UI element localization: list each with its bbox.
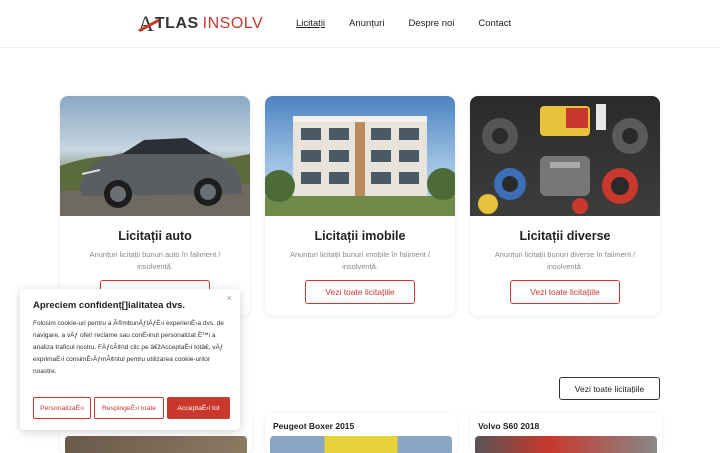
category-card-diverse[interactable]: Licitații diverse Anunțuri licitații bun…	[470, 96, 660, 316]
accept-all-button[interactable]: AcceptaÈ›i tot	[167, 397, 230, 419]
cookie-text: Folosim cookie-uri pentru a Ã®mbunÄƒtÄƒÈ…	[33, 320, 224, 375]
cookie-title: Apreciem confidenț[]ialitatea dvs.	[33, 300, 186, 311]
card-description: Anunțuri licitații bunuri diverse în fal…	[494, 250, 636, 271]
listing-title: Peugeot Boxer 2015	[273, 421, 355, 431]
nav-licitatii[interactable]: Licitații	[296, 18, 325, 29]
nav-despre-noi[interactable]: Despre noi	[408, 18, 454, 29]
logo-letter-a: A	[138, 11, 154, 36]
card-title: Licitații imobile	[314, 229, 406, 243]
car-image	[60, 96, 250, 216]
cookie-consent-banner: Apreciem confidenț[]ialitatea dvs. × Fol…	[20, 289, 240, 430]
parts-image	[470, 96, 660, 216]
reject-all-button[interactable]: RespingeÈ›i toate	[94, 397, 164, 419]
site-header: A TLAS INSOLV Licitații Anunțuri Despre no…	[0, 0, 720, 48]
category-card-imobile[interactable]: Licitații imobile Anunțuri licitații bun…	[265, 96, 455, 316]
card-description: Anunțuri licitații bunuri auto în falime…	[89, 250, 221, 271]
building-image	[265, 96, 455, 216]
card-title: Licitații diverse	[519, 229, 611, 243]
listing-image	[475, 436, 657, 453]
nav-anunturi[interactable]: Anunțuri	[349, 18, 384, 29]
logo-insolv: INSOLV	[202, 15, 264, 32]
card-title: Licitații auto	[118, 229, 192, 243]
atlas-insolv-logo[interactable]: A TLAS INSOLV	[138, 12, 263, 36]
listing-card[interactable]: Peugeot Boxer 2015	[265, 413, 457, 453]
cookie-buttons: PersonalizaÈ›i RespingeÈ›i toate Accepta…	[33, 397, 230, 419]
card-description: Anunțuri licitații bunuri imobile în fal…	[289, 250, 431, 271]
nav-contact[interactable]: Contact	[478, 18, 511, 29]
listing-image	[65, 436, 247, 453]
listing-card[interactable]: Volvo S60 2018	[470, 413, 662, 453]
listing-title: Volvo S60 2018	[478, 421, 540, 431]
main-nav: Licitații Anunțuri Despre noi Contact	[296, 18, 535, 29]
view-all-listings-button[interactable]: Vezi toate licitațiile	[559, 377, 660, 400]
logo-tlas: TLAS	[154, 15, 199, 32]
category-card-auto[interactable]: Licitații auto Anunțuri licitații bunuri…	[60, 96, 250, 316]
view-all-auctions-button[interactable]: Vezi toate licitațiile	[510, 280, 620, 304]
close-icon[interactable]: ×	[227, 293, 232, 303]
view-all-auctions-button[interactable]: Vezi toate licitațiile	[305, 280, 415, 304]
listing-image	[270, 436, 452, 453]
customize-button[interactable]: PersonalizaÈ›i	[33, 397, 91, 419]
